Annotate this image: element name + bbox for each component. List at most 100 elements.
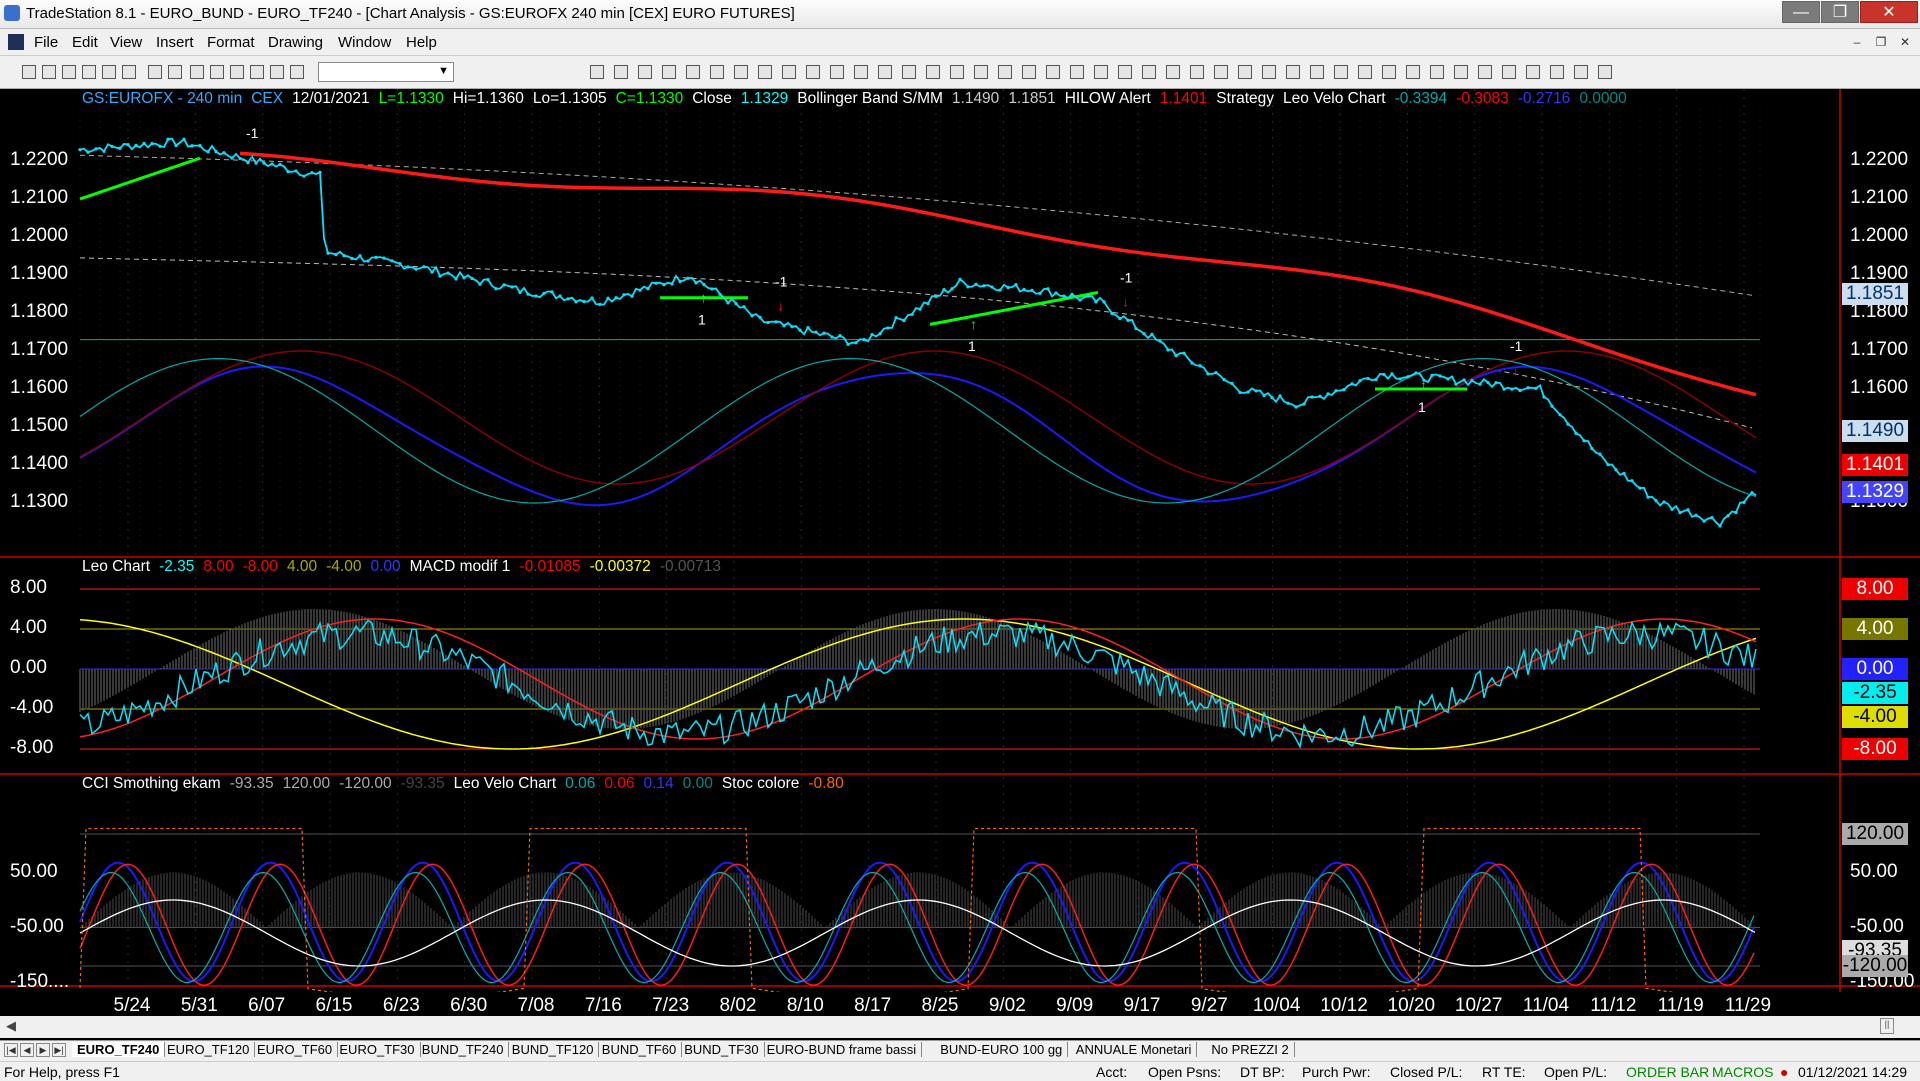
toolbar-chart-tool-14-icon[interactable] [902, 65, 916, 79]
menu-file[interactable]: File [34, 34, 58, 51]
toolbar-tool-6-icon[interactable] [122, 65, 136, 79]
toolbar-chart-tool-27-icon[interactable] [1214, 65, 1228, 79]
toolbar-chart-tool-38-icon[interactable] [1478, 65, 1492, 79]
chart-doc-icon[interactable] [8, 34, 24, 50]
toolbar-chart-tool-30-icon[interactable] [1286, 65, 1300, 79]
toolbar-tool-10-icon[interactable] [210, 65, 224, 79]
toolbar-chart-tool-12-icon[interactable] [854, 65, 868, 79]
tab-bund-tf60[interactable]: BUND_TF60 [597, 1042, 683, 1057]
toolbar-tool-8-icon[interactable] [168, 65, 182, 79]
toolbar-chart-tool-1-icon[interactable] [590, 65, 604, 79]
minimize-button[interactable]: — [1782, 1, 1820, 23]
tab-euro-tf240[interactable]: EURO_TF240 [72, 1042, 166, 1057]
toolbar-chart-tool-40-icon[interactable] [1526, 65, 1540, 79]
toolbar-chart-tool-35-icon[interactable] [1406, 65, 1420, 79]
toolbar-chart-tool-22-icon[interactable] [1094, 65, 1108, 79]
toolbar-chart-tool-6-icon[interactable] [710, 65, 724, 79]
menu-edit[interactable]: Edit [72, 34, 98, 51]
toolbar-tool-5-icon[interactable] [102, 65, 116, 79]
toolbar-chart-tool-7-icon[interactable] [734, 65, 748, 79]
tab-annuale-monetari[interactable]: ANNUALE Monetari [1071, 1042, 1198, 1057]
toolbar-chart-tool-8-icon[interactable] [758, 65, 772, 79]
symbol-combobox[interactable]: ▼ [318, 62, 454, 82]
tab-bund-tf120[interactable]: BUND_TF120 [507, 1042, 600, 1057]
toolbar-chart-tool-26-icon[interactable] [1190, 65, 1204, 79]
price-dot [1382, 372, 1386, 377]
toolbar-tool-9-icon[interactable] [190, 65, 204, 79]
mdi-restore-button[interactable]: ❐ [1872, 33, 1890, 51]
toolbar-chart-tool-36-icon[interactable] [1430, 65, 1444, 79]
cci-badge-1: 120.00 [1842, 823, 1908, 845]
mdi-close-button[interactable]: ✕ [1896, 33, 1914, 51]
tab-next-icon[interactable]: ▶ [36, 1043, 50, 1057]
close-button[interactable]: ✕ [1860, 1, 1918, 23]
toolbar-chart-tool-17-icon[interactable] [974, 65, 988, 79]
toolbar-tool-2-icon[interactable] [42, 65, 56, 79]
toolbar-chart-tool-10-icon[interactable] [806, 65, 820, 79]
toolbar-chart-tool-25-icon[interactable] [1166, 65, 1180, 79]
toolbar-tool-13-icon[interactable] [270, 65, 284, 79]
toolbar-chart-tool-16-icon[interactable] [950, 65, 964, 79]
toolbar-chart-tool-41-icon[interactable] [1550, 65, 1564, 79]
toolbar-chart-tool-42-icon[interactable] [1574, 65, 1588, 79]
toolbar-chart-tool-28-icon[interactable] [1238, 65, 1252, 79]
toolbar-tool-4-icon[interactable] [82, 65, 96, 79]
tab-euro-tf30[interactable]: EURO_TF30 [334, 1042, 421, 1057]
toolbar-chart-tool-37-icon[interactable] [1454, 65, 1468, 79]
toolbar-chart-tool-3-icon[interactable] [638, 65, 652, 79]
toolbar-chart-tool-33-icon[interactable] [1358, 65, 1372, 79]
status-macros[interactable]: MACROS [1712, 1064, 1773, 1080]
chevron-down-icon[interactable]: ▼ [438, 65, 449, 77]
scroll-right-icon[interactable]: || [1880, 1018, 1894, 1034]
tab-last-icon[interactable]: ▶| [52, 1043, 66, 1057]
tab-bund-euro-100-gg[interactable]: BUND-EURO 100 gg [935, 1042, 1069, 1057]
toolbar-chart-tool-34-icon[interactable] [1382, 65, 1396, 79]
toolbar-chart-tool-24-icon[interactable] [1142, 65, 1156, 79]
maximize-button[interactable]: ❐ [1821, 1, 1859, 23]
toolbar-tool-7-icon[interactable] [148, 65, 162, 79]
tab-prev-icon[interactable]: ◀ [20, 1043, 34, 1057]
toolbar-tool-3-icon[interactable] [62, 65, 76, 79]
toolbar-chart-tool-2-icon[interactable] [614, 65, 628, 79]
toolbar-chart-tool-15-icon[interactable] [926, 65, 940, 79]
toolbar-chart-tool-39-icon[interactable] [1502, 65, 1516, 79]
tab-euro-tf120[interactable]: EURO_TF120 [162, 1042, 256, 1057]
tab-euro-tf60[interactable]: EURO_TF60 [252, 1042, 339, 1057]
mdi-minimize-button[interactable]: – [1848, 33, 1866, 51]
toolbar-chart-tool-32-icon[interactable] [1334, 65, 1348, 79]
toolbar-chart-tool-43-icon[interactable] [1598, 65, 1612, 79]
chart-scrollbar[interactable]: ◀ || [0, 1016, 1920, 1038]
toolbar-chart-tool-19-icon[interactable] [1022, 65, 1036, 79]
toolbar-chart-tool-18-icon[interactable] [998, 65, 1012, 79]
chart-area[interactable]: -1 ↓ 1 ↑ -1 ↓ 1 ↑ -1 ↓ 1 ↑ -1 ↓ GS:EUROFX - 240 min CE… [0, 89, 1920, 1016]
scroll-left-icon[interactable]: ◀ [6, 1018, 16, 1034]
toolbar-chart-tool-31-icon[interactable] [1310, 65, 1324, 79]
menu-view[interactable]: View [110, 34, 142, 51]
menu-window[interactable]: Window [338, 34, 391, 51]
toolbar-chart-tool-13-icon[interactable] [878, 65, 892, 79]
tab-euro-bund-frame-bassi[interactable]: EURO-BUND frame bassi [762, 1042, 923, 1057]
toolbar-chart-tool-9-icon[interactable] [782, 65, 796, 79]
menu-format[interactable]: Format [207, 34, 255, 51]
menu-help[interactable]: Help [406, 34, 437, 51]
toolbar-chart-tool-21-icon[interactable] [1070, 65, 1084, 79]
tab-bund-tf240[interactable]: BUND_TF240 [417, 1042, 510, 1057]
macd-axis-label: 0.00 [10, 657, 47, 678]
status-order-bar[interactable]: ORDER BAR [1626, 1064, 1709, 1080]
toolbar-chart-tool-4-icon[interactable] [662, 65, 676, 79]
tab-bund-tf30[interactable]: BUND_TF30 [679, 1042, 765, 1057]
menu-insert[interactable]: Insert [156, 34, 194, 51]
tab-first-icon[interactable]: |◀ [4, 1043, 18, 1057]
chart-canvas[interactable]: -1 ↓ 1 ↑ -1 ↓ 1 ↑ -1 ↓ 1 ↑ -1 ↓ [0, 89, 1920, 992]
toolbar-tool-11-icon[interactable] [230, 65, 244, 79]
toolbar-tool-14-icon[interactable] [290, 65, 304, 79]
toolbar-chart-tool-5-icon[interactable] [686, 65, 700, 79]
menu-drawing[interactable]: Drawing [268, 34, 323, 51]
tab-no-prezzi-2[interactable]: No PREZZI 2 [1206, 1042, 1295, 1057]
toolbar-chart-tool-23-icon[interactable] [1118, 65, 1132, 79]
toolbar-tool-12-icon[interactable] [250, 65, 264, 79]
toolbar-chart-tool-29-icon[interactable] [1262, 65, 1276, 79]
toolbar-chart-tool-11-icon[interactable] [830, 65, 844, 79]
toolbar-chart-tool-20-icon[interactable] [1046, 65, 1060, 79]
toolbar-tool-1-icon[interactable] [22, 65, 36, 79]
